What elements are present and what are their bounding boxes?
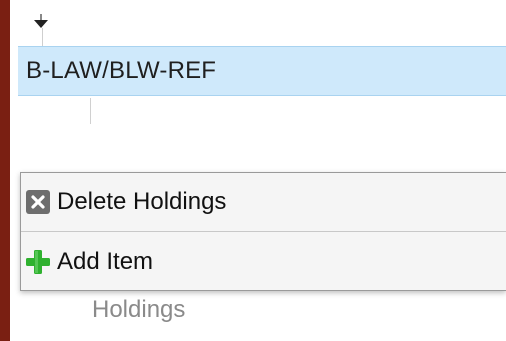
expand-triangle-icon[interactable]	[32, 14, 50, 32]
menu-item-add-item[interactable]: Add Item	[21, 233, 506, 291]
menu-item-label: Add Item	[57, 248, 154, 275]
close-x-icon	[26, 190, 50, 214]
menu-item-label: Delete Holdings	[57, 188, 227, 215]
tree-node-holdings-label[interactable]: Holdings	[92, 296, 185, 324]
left-border	[0, 0, 10, 341]
tree-node-label: B-LAW/BLW-REF	[26, 57, 217, 84]
tree-node-selected[interactable]: B-LAW/BLW-REF	[18, 46, 506, 96]
tree-connector-line-child	[90, 98, 91, 124]
plus-icon	[26, 250, 50, 274]
tree-view-screen: B-LAW/BLW-REF Holdings Delete Holdings A…	[0, 0, 506, 341]
menu-divider	[21, 231, 506, 232]
context-menu: Delete Holdings Add Item	[20, 172, 506, 291]
menu-item-delete-holdings[interactable]: Delete Holdings	[21, 173, 506, 231]
tree-connector-line	[42, 28, 43, 46]
